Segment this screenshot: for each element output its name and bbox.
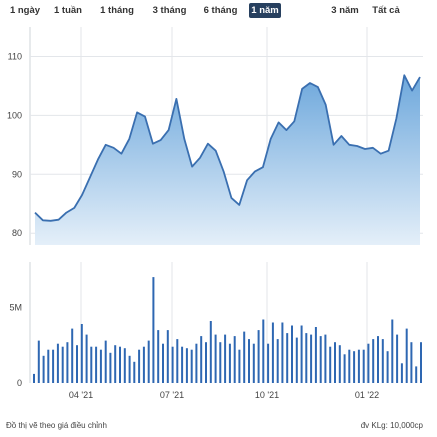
volume-bar-53 [281, 322, 284, 383]
volume-bar-80 [410, 342, 413, 383]
volume-bar-23 [138, 349, 141, 383]
volume-bar-73 [377, 336, 379, 383]
volume-bar-57 [300, 325, 303, 383]
volume-bar-3 [42, 355, 45, 383]
volume-bar-55 [291, 325, 293, 383]
volume-bar-46 [248, 339, 250, 383]
volume-bar-66 [343, 354, 346, 383]
volume-bar-52 [276, 339, 279, 383]
volume-bar-60 [314, 327, 317, 383]
volume-bar-12 [85, 334, 88, 383]
volume-bar-54 [286, 333, 289, 383]
volume-bar-27 [157, 330, 160, 383]
volume-bar-67 [348, 349, 351, 383]
price-tick-80: 80 [12, 228, 22, 238]
volume-bar-1 [33, 373, 35, 383]
volume-bar-78 [400, 363, 403, 383]
volume-bar-42 [228, 343, 231, 383]
volume-bar-10 [76, 345, 78, 383]
volume-bar-38 [209, 321, 212, 383]
volume-bar-49 [262, 319, 265, 383]
volume-bar-31 [176, 339, 179, 383]
price-tick-90: 90 [12, 169, 22, 179]
volume-bar-5 [52, 349, 55, 383]
price-tick-100: 100 [7, 110, 22, 120]
price-area [35, 75, 420, 245]
volume-bar-15 [99, 349, 102, 383]
volume-bar-65 [338, 345, 341, 383]
volume-bar-35 [195, 343, 198, 383]
volume-tick-0: 0 [17, 378, 22, 388]
volume-bar-20 [123, 348, 126, 383]
volume-bar-71 [367, 343, 370, 383]
volume-bar-25 [147, 340, 150, 383]
adjusted-price-note: Đồ thị vẽ theo giá điều chỉnh [6, 421, 107, 430]
volume-bar-81 [415, 366, 418, 383]
volume-bar-8 [66, 342, 69, 383]
volume-bar-39 [214, 334, 217, 383]
x-tick-label-2: 07 '21 [160, 390, 184, 400]
x-tick-label-3: 10 '21 [255, 390, 279, 400]
volume-tick-1: 5M [9, 302, 22, 312]
volume-bar-4 [47, 349, 50, 383]
volume-bar-61 [319, 336, 322, 383]
volume-bar-68 [353, 351, 356, 383]
volume-bar-70 [362, 349, 365, 383]
volume-unit-label: đv KLg: 10,000cp [360, 421, 423, 430]
volume-bar-30 [171, 346, 174, 383]
volume-bar-50 [267, 343, 270, 383]
volume-bar-26 [152, 277, 155, 383]
volume-bar-82 [420, 342, 422, 383]
volume-bar-44 [238, 349, 241, 383]
volume-bar-45 [243, 331, 246, 383]
volume-bar-14 [95, 346, 98, 383]
volume-bar-16 [104, 340, 107, 383]
volume-bar-13 [90, 346, 93, 383]
volume-bar-69 [357, 349, 360, 383]
x-tick-label-1: 04 '21 [69, 390, 93, 400]
volume-bar-21 [128, 355, 131, 383]
volume-bar-51 [271, 322, 274, 383]
volume-bar-72 [372, 339, 375, 383]
volume-bar-24 [142, 346, 145, 383]
volume-bar-59 [310, 334, 313, 383]
price-tick-110: 110 [8, 51, 22, 61]
volume-bar-36 [200, 336, 203, 383]
volume-bar-75 [386, 351, 389, 383]
volume-bar-28 [162, 343, 164, 383]
volume-bar-34 [190, 349, 193, 383]
volume-bar-56 [295, 337, 298, 383]
volume-bar-63 [329, 346, 332, 383]
price-volume-chart: 80 90 100 110 0 5M 04 '21 07 '21 10 '21 01 '22 [7, 27, 423, 400]
volume-bar-17 [109, 352, 112, 384]
volume-bar-74 [381, 339, 384, 383]
volume-bar-22 [133, 361, 136, 383]
x-tick-label-4: 01 '22 [355, 390, 379, 400]
volume-bar-29 [166, 330, 169, 383]
volume-bar-11 [80, 324, 83, 383]
volume-bar-6 [56, 343, 59, 383]
volume-bar-37 [205, 342, 207, 383]
volume-bar-79 [405, 328, 408, 383]
volume-bar-47 [252, 343, 255, 383]
volume-bar-18 [114, 345, 117, 383]
volume-bar-40 [219, 342, 222, 383]
volume-bar-77 [396, 334, 399, 383]
volume-bar-58 [305, 333, 308, 383]
volume-bar-48 [257, 330, 260, 383]
volume-bar-64 [334, 342, 336, 383]
volume-bar-19 [119, 346, 121, 383]
volume-bar-41 [224, 334, 227, 383]
volume-bar-62 [324, 334, 327, 383]
volume-bar-33 [185, 348, 188, 383]
volume-bar-43 [233, 336, 236, 383]
volume-bar-76 [391, 319, 394, 383]
volume-bar-2 [37, 340, 40, 383]
volume-bar-7 [61, 346, 64, 383]
volume-bar-32 [181, 346, 184, 383]
volume-bar-9 [71, 328, 74, 383]
